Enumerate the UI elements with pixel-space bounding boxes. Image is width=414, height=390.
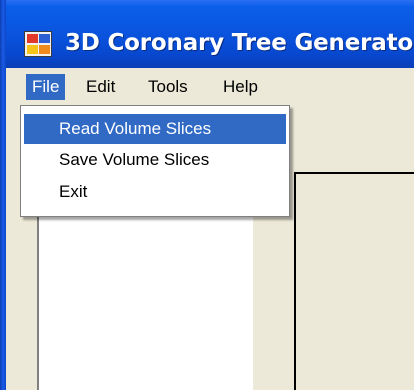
right-panel-border-top [294,172,414,174]
app-grid-icon [24,31,52,57]
right-panel-border-left [294,172,296,390]
menu-edit[interactable]: Edit [86,74,115,100]
menu-item-save-volume-slices[interactable]: Save Volume Slices [24,145,286,175]
title-bar[interactable]: 3D Coronary Tree Generator [0,0,414,68]
menu-help[interactable]: Help [223,74,258,100]
menu-item-read-volume-slices[interactable]: Read Volume Slices [24,114,286,144]
menu-item-exit[interactable]: Exit [24,177,286,207]
menu-file[interactable]: File [26,74,66,100]
window-title: 3D Coronary Tree Generator [65,30,414,56]
menu-tools[interactable]: Tools [148,74,188,100]
menu-bar: File Edit Tools Help [6,68,414,104]
file-menu-dropdown: Read Volume Slices Save Volume Slices Ex… [20,105,290,217]
app-window: 3D Coronary Tree Generator File Edit Too… [0,0,414,390]
